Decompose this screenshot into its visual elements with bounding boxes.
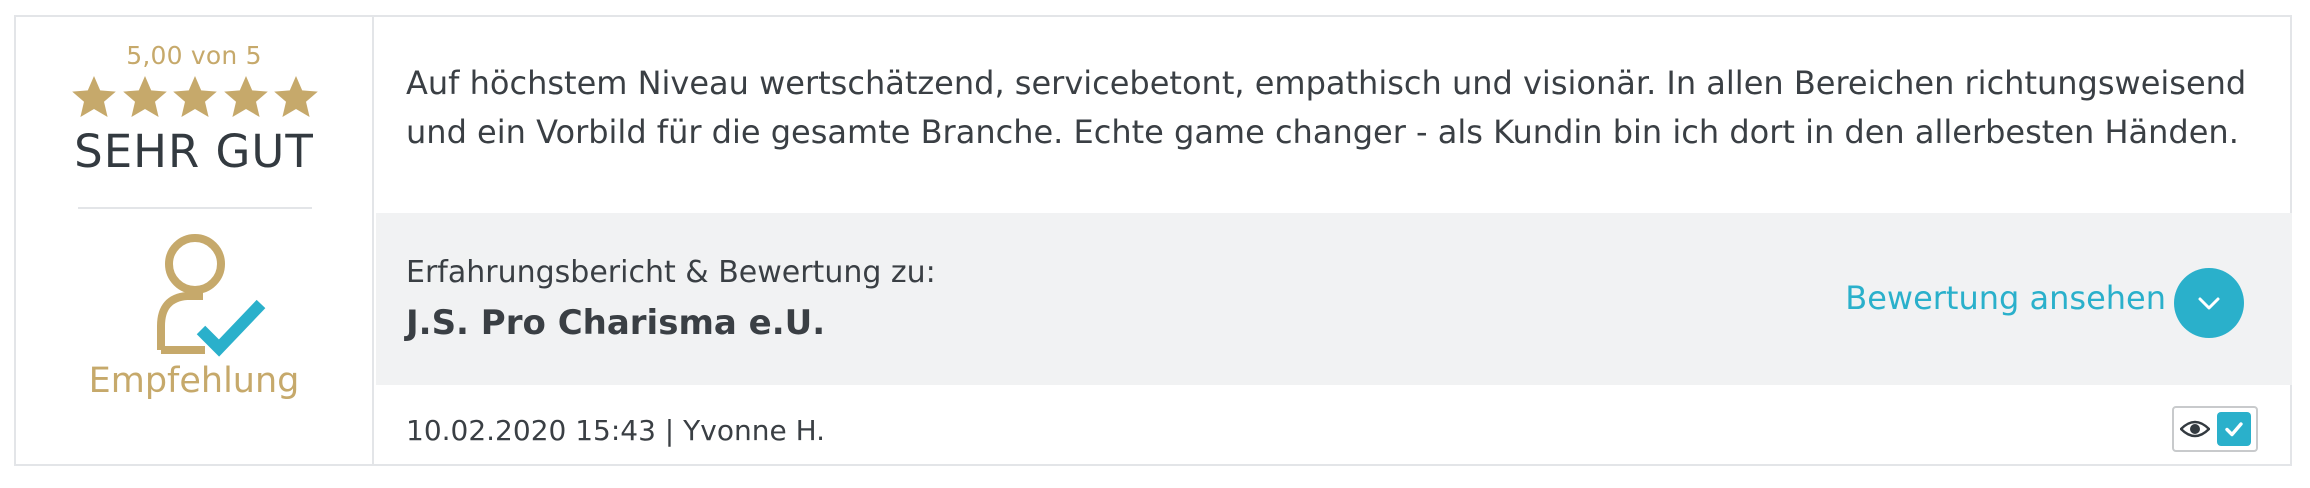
- chevron-down-icon: [2198, 297, 2220, 310]
- checkbox-check-icon: [2225, 422, 2243, 437]
- star-icon: [223, 76, 268, 117]
- info-subtitle: Erfahrungsbericht & Bewertung zu:: [406, 255, 936, 290]
- verified-badge: [2217, 412, 2251, 446]
- recommendation-label: Empfehlung: [88, 361, 300, 401]
- star-icon: [274, 76, 318, 117]
- user-check-icon: [157, 234, 266, 357]
- score-text: 5,00 von 5: [126, 41, 262, 70]
- expand-review-button[interactable]: [2174, 268, 2244, 338]
- star-rating: [70, 73, 320, 125]
- review-badges: [2172, 406, 2258, 452]
- star-icon: [72, 76, 116, 117]
- review-card: 5,00 von 5 SEHR GUT Empfehlung Auf höchs…: [14, 15, 2292, 466]
- company-info-band: Erfahrungsbericht & Bewertung zu: J.S. P…: [376, 213, 2292, 385]
- eye-icon: [2180, 420, 2210, 438]
- view-review-link[interactable]: Bewertung ansehen: [1845, 279, 2166, 317]
- review-meta: 10.02.2020 15:43 | Yvonne H.: [406, 414, 826, 447]
- star-icon: [122, 76, 167, 117]
- star-icon: [173, 76, 217, 117]
- company-name: J.S. Pro Charisma e.U.: [406, 303, 826, 343]
- rating-label: SEHR GUT: [74, 125, 314, 178]
- divider: [78, 207, 312, 209]
- rating-panel: 5,00 von 5 SEHR GUT Empfehlung: [16, 17, 374, 464]
- review-text: Auf höchstem Niveau wertschätzend, servi…: [406, 64, 2247, 151]
